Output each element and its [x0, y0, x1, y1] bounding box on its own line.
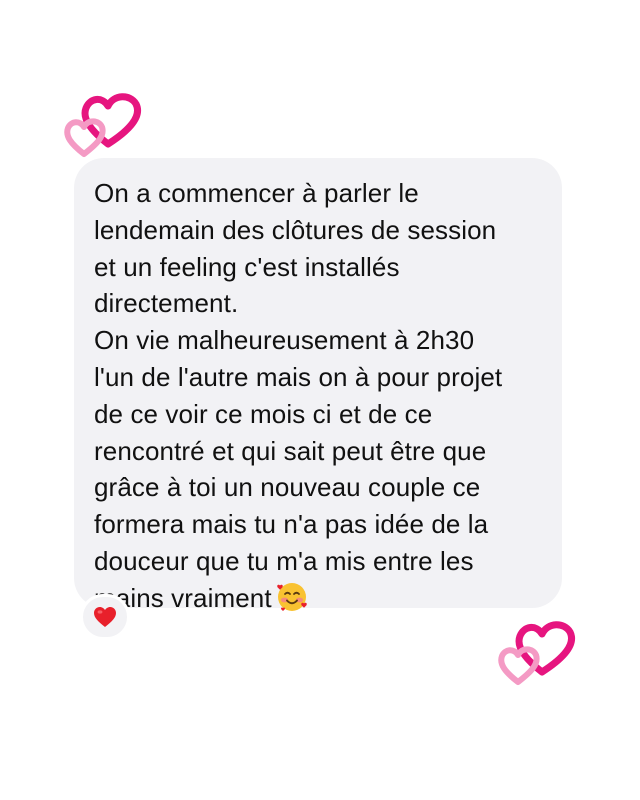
double-hearts-icon [64, 93, 141, 157]
page: On a commencer à parler le lendemain des… [0, 0, 640, 800]
message-paragraph-1: On a commencer à parler le lendemain des… [94, 178, 497, 319]
double-hearts-icon [498, 621, 575, 685]
message-paragraph-2-text: On vie malheureusement à 2h30 l'un de l'… [94, 325, 503, 613]
reaction-badge[interactable] [80, 594, 130, 640]
message-bubble[interactable]: On a commencer à parler le lendemain des… [74, 158, 562, 613]
red-heart-icon [94, 607, 116, 627]
smiling-face-with-hearts-icon [276, 581, 308, 623]
message-paragraph-2: On vie malheureusement à 2h30 l'un de l'… [94, 322, 542, 622]
